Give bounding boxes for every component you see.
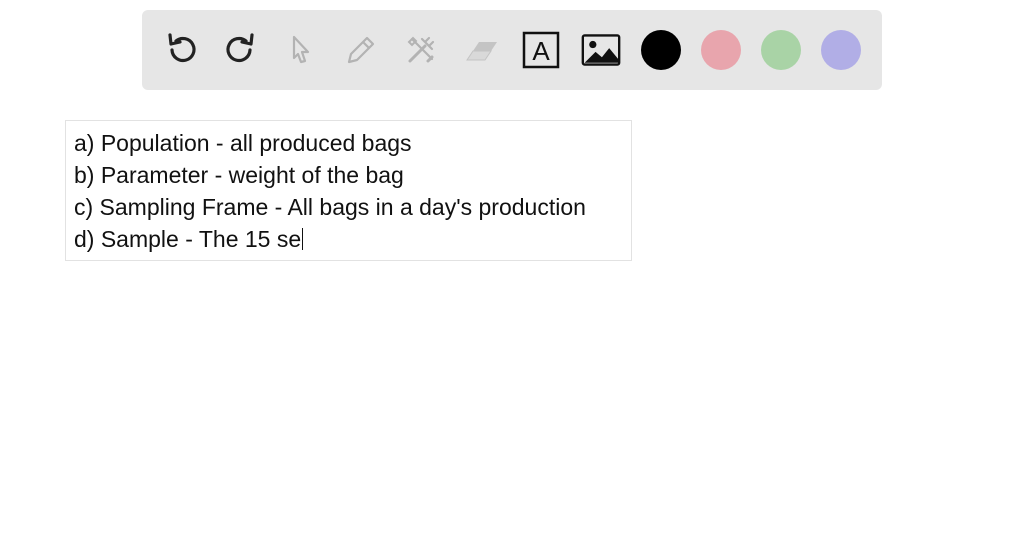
tools-icon — [407, 36, 435, 63]
pointer-tool-button[interactable] — [281, 30, 321, 70]
pointer-icon — [292, 35, 310, 64]
text-line: b) Parameter - weight of the bag — [74, 162, 404, 188]
eraser-tool-button[interactable] — [461, 30, 501, 70]
text-tool-icon: A — [522, 31, 560, 69]
text-tool-glyph: A — [532, 36, 550, 66]
color-swatch-pink[interactable] — [701, 30, 741, 70]
text-tool-button[interactable]: A — [521, 30, 561, 70]
image-tool-button[interactable] — [581, 30, 621, 70]
text-box[interactable]: a) Population - all produced bags b) Par… — [65, 120, 632, 261]
whiteboard-canvas[interactable]: A a) Population - all produced bags b) P… — [0, 0, 1024, 560]
toolbar: A — [142, 10, 882, 90]
text-cursor — [302, 228, 304, 250]
undo-button[interactable] — [161, 30, 201, 70]
tools-button[interactable] — [401, 30, 441, 70]
color-swatch-green[interactable] — [761, 30, 801, 70]
color-swatch-lavender[interactable] — [821, 30, 861, 70]
color-swatch-black[interactable] — [641, 30, 681, 70]
text-line: a) Population - all produced bags — [74, 130, 412, 156]
redo-icon — [226, 33, 254, 63]
pencil-icon — [347, 36, 375, 64]
pencil-tool-button[interactable] — [341, 30, 381, 70]
text-line-content: d) Sample - The 15 se — [74, 226, 302, 252]
text-line-active: d) Sample - The 15 se — [74, 223, 631, 255]
redo-button[interactable] — [221, 30, 261, 70]
image-icon — [581, 34, 621, 66]
undo-icon — [168, 33, 196, 63]
text-line: c) Sampling Frame - All bags in a day's … — [74, 194, 586, 220]
eraser-icon — [466, 42, 497, 61]
